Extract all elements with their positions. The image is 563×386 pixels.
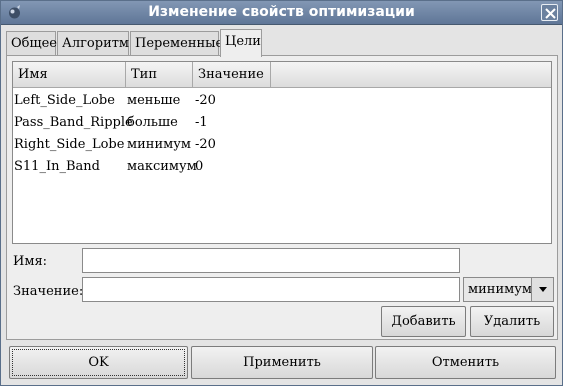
apply-button-label: Применить	[243, 355, 321, 370]
window-title: Изменение свойств оптимизации	[148, 4, 415, 20]
goal-type-cell: минимум	[127, 137, 191, 152]
cancel-button-label: Отменить	[431, 355, 500, 370]
name-label: Имя:	[13, 254, 48, 269]
table-row[interactable]: Right_Side_Lobe минимум -20	[13, 134, 551, 156]
optimization-properties-dialog: Изменение свойств оптимизации Общее Алго…	[0, 0, 563, 386]
column-header-value[interactable]: Значение	[193, 62, 271, 87]
tab-general[interactable]: Общее	[6, 31, 57, 56]
table-row[interactable]: S11_In_Band максимум 0	[13, 156, 551, 178]
dropdown-button[interactable]	[531, 278, 553, 301]
goal-value-cell: -20	[195, 137, 216, 152]
goal-value-cell: -1	[195, 115, 208, 130]
tab-algorithm[interactable]: Алгоритм	[57, 31, 129, 56]
chevron-down-icon	[539, 287, 547, 292]
goals-panel: Имя Тип Значение Left_Side_Lobe меньше -…	[6, 55, 558, 340]
goal-name-cell: Right_Side_Lobe	[14, 137, 125, 152]
ok-button-label: OK	[88, 355, 109, 370]
value-label: Значение:	[13, 284, 84, 299]
add-button[interactable]: Добавить	[381, 306, 466, 337]
close-button[interactable]	[541, 4, 558, 21]
value-input[interactable]	[82, 277, 460, 302]
app-icon	[6, 4, 23, 21]
goal-type-select[interactable]: минимум	[463, 277, 554, 302]
goals-list[interactable]: Имя Тип Значение Left_Side_Lobe меньше -…	[12, 61, 552, 244]
apply-button[interactable]: Применить	[191, 346, 373, 379]
title-bar[interactable]: Изменение свойств оптимизации	[1, 1, 562, 25]
goals-list-header: Имя Тип Значение	[13, 62, 551, 88]
cancel-button[interactable]: Отменить	[375, 346, 556, 379]
goal-value-cell: 0	[195, 159, 204, 174]
table-row[interactable]: Left_Side_Lobe меньше -20	[13, 90, 551, 112]
tab-variables[interactable]: Переменные	[130, 31, 223, 56]
goal-value-cell: -20	[195, 93, 216, 108]
table-row[interactable]: Pass_Band_Ripple больше -1	[13, 112, 551, 134]
column-header-type[interactable]: Тип	[126, 62, 193, 87]
goal-type-selected: минимум	[468, 282, 532, 297]
goal-name-cell: Left_Side_Lobe	[14, 93, 115, 108]
tab-goals[interactable]: Цели	[220, 29, 262, 57]
goal-name-cell: S11_In_Band	[14, 159, 100, 174]
delete-button[interactable]: Удалить	[470, 306, 554, 337]
column-header-name[interactable]: Имя	[13, 62, 126, 87]
goal-type-cell: максимум	[127, 159, 197, 174]
goal-name-cell: Pass_Band_Ripple	[14, 115, 133, 130]
goal-type-cell: больше	[127, 115, 178, 130]
name-input[interactable]	[82, 248, 460, 273]
add-button-label: Добавить	[391, 314, 456, 329]
delete-button-label: Удалить	[483, 314, 541, 329]
ok-button[interactable]: OK	[9, 346, 188, 379]
goal-type-cell: меньше	[127, 93, 181, 108]
close-icon	[545, 8, 556, 19]
